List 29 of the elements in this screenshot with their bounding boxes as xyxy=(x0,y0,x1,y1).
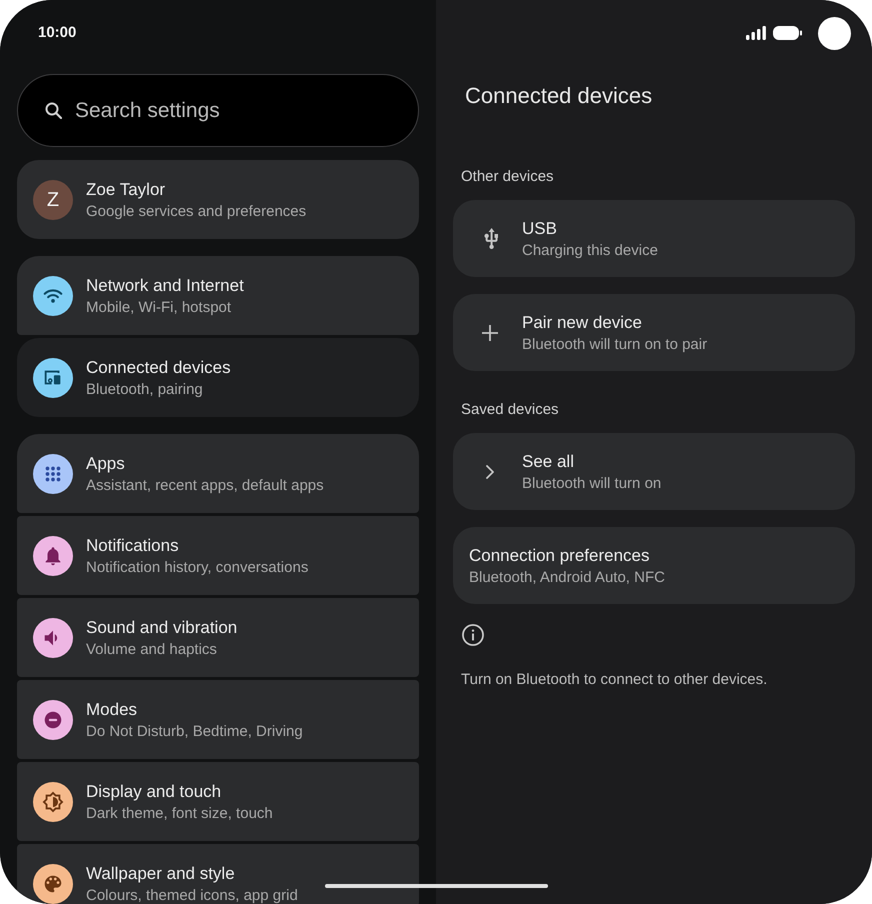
preference-item[interactable]: Pair new device Bluetooth will turn on to pair xyxy=(453,294,855,371)
settings-item[interactable]: Sound and vibration Volume and haptics xyxy=(17,598,419,677)
status-time: 10:00 xyxy=(38,24,76,42)
battery-icon xyxy=(773,26,802,40)
page-title: Connected devices xyxy=(465,82,652,110)
navigation-handle[interactable] xyxy=(325,884,548,888)
usb-icon xyxy=(482,228,498,249)
info-icon xyxy=(462,624,484,646)
settings-item[interactable]: Z Zoe Taylor Google services and preferences xyxy=(17,160,419,239)
section-header: Other devices xyxy=(461,167,554,187)
settings-item[interactable]: Modes Do Not Disturb, Bedtime, Driving xyxy=(17,680,419,759)
preference-item[interactable]: USB Charging this device xyxy=(453,200,855,277)
preference-item[interactable]: See all Bluetooth will turn on xyxy=(453,433,855,510)
info-text: Turn on Bluetooth to connect to other devices. xyxy=(461,670,768,690)
signal-icon xyxy=(746,26,766,40)
search-icon xyxy=(45,102,62,119)
settings-item[interactable]: Wallpaper and style Colours, themed icons, app grid xyxy=(17,844,419,904)
avatar: Z xyxy=(33,180,73,220)
preference-item[interactable]: Connection preferences Bluetooth, Android Auto, NFC xyxy=(453,527,855,604)
settings-item[interactable]: Network and Internet Mobile, Wi-Fi, hotspot xyxy=(17,256,419,335)
search-field[interactable]: Search settings xyxy=(17,74,419,147)
section-header: Saved devices xyxy=(461,400,559,420)
settings-item[interactable]: Notifications Notification history, conversations xyxy=(17,516,419,595)
settings-item[interactable]: Apps Assistant, recent apps, default apps xyxy=(17,434,419,513)
settings-item[interactable]: Display and touch Dark theme, font size, touch xyxy=(17,762,419,841)
circle-icon xyxy=(818,16,851,50)
settings-item[interactable]: Connected devices Bluetooth, pairing xyxy=(17,338,419,417)
chevron-right-icon xyxy=(486,464,494,478)
plus-icon xyxy=(482,324,498,340)
